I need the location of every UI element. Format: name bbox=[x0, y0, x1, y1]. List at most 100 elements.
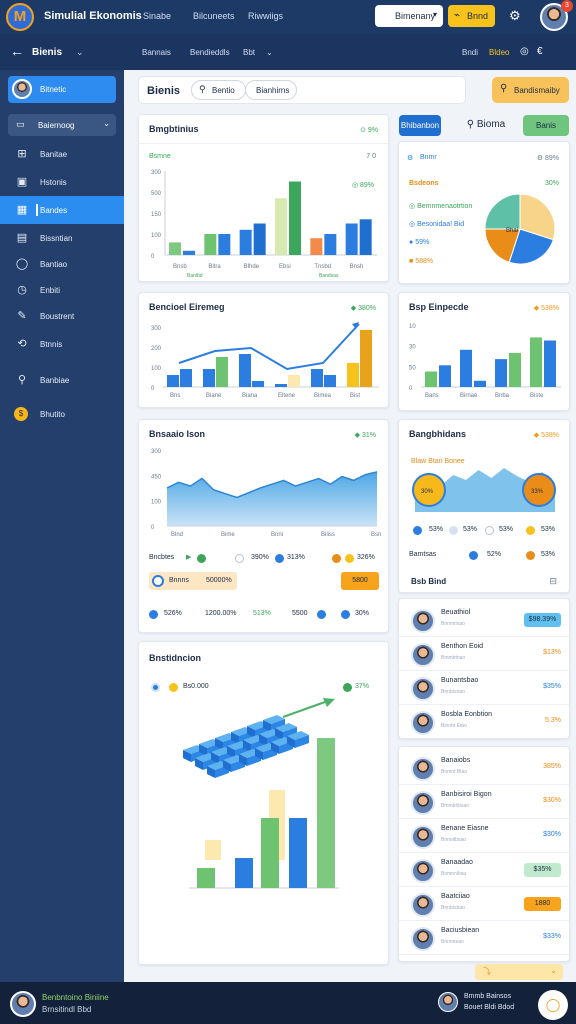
sidebar-user-label: Bitnetic bbox=[40, 85, 67, 94]
list-item[interactable]: Benane Eiasne Bnnoitbsao $30% bbox=[399, 819, 569, 853]
bar bbox=[216, 357, 228, 387]
sub-bar: ← Bienis ⌄ Bannais Bendieddls Bbt ⌄ Bndi… bbox=[0, 34, 576, 70]
range-label: Bnnns bbox=[169, 577, 189, 584]
sidebar-item-10[interactable]: $ Bhutito bbox=[0, 400, 124, 428]
avatar[interactable] bbox=[10, 991, 36, 1017]
sidebar-item-9[interactable]: ⚲ Banbiae bbox=[0, 366, 124, 394]
lightning-icon: ⌁ bbox=[454, 10, 461, 21]
record-icon[interactable]: ◎ bbox=[520, 46, 529, 57]
sidebar-item-1[interactable]: ⊞ Banitae bbox=[0, 140, 124, 168]
list-item[interactable]: Banbisiroi Bigon Bmmbhbsao $30% bbox=[399, 785, 569, 819]
x-tick-label: Bnni bbox=[271, 532, 283, 538]
bar bbox=[324, 234, 337, 255]
filter-pill[interactable]: Bianhirns bbox=[245, 80, 297, 100]
legend-value: 53% bbox=[463, 526, 478, 533]
list-item[interactable]: Baatciiao Bnnbtsbao 1880 bbox=[399, 887, 569, 921]
bar bbox=[253, 223, 266, 255]
card-icon: ▭ bbox=[16, 119, 25, 129]
list-item[interactable]: Benthon Eoid Bmmbtnao $13% bbox=[399, 637, 569, 671]
tab-2[interactable]: ⚲ Bioma bbox=[460, 115, 512, 136]
sidebar: Bitnetic ▭ Baiernoog ⌄ ⊞ Banitae ▣ Hstonis… bbox=[0, 70, 124, 982]
person-subtitle: Bmmbtnao bbox=[441, 655, 466, 661]
x-tick-label: Ebsi bbox=[279, 264, 291, 270]
legend-value: 53% bbox=[429, 526, 444, 533]
legend-dot bbox=[235, 554, 244, 563]
list-item[interactable]: Bunantsbao Bnnbtsnao $35% bbox=[399, 671, 569, 705]
chevron-down-icon[interactable]: ⌄ bbox=[76, 47, 84, 58]
play-icon[interactable]: ▶ bbox=[186, 553, 191, 561]
y-tick-label: 300 bbox=[151, 326, 162, 332]
tab-1[interactable]: Bhibanbon bbox=[399, 115, 441, 136]
list-item[interactable]: Banaadao Bomnnibau $35% bbox=[399, 853, 569, 887]
y-tick-label: 100 bbox=[151, 366, 162, 372]
x-tick-label: Bime bbox=[221, 532, 235, 538]
sidebar-item-8[interactable]: ⟲ Btnnis bbox=[0, 330, 124, 358]
list-item[interactable]: Beuathiol Bnnnninao $98.39% bbox=[399, 603, 569, 637]
search-input[interactable]: ⚲ Bentio bbox=[191, 80, 246, 100]
sidebar-item-5[interactable]: ◯ Bantiao bbox=[0, 250, 124, 278]
top-action-button[interactable]: ⌁ Bnnd bbox=[448, 5, 495, 27]
x-tick-label: Bnsh bbox=[350, 264, 364, 270]
area-chart-svg: 300 450 100 0 Blnd Bime Bnni Biliss Bsn bbox=[151, 449, 381, 538]
dollar-icon: $ bbox=[14, 407, 28, 421]
subnav-item-2[interactable]: Bendieddls bbox=[190, 48, 230, 57]
person-name: Banaadao bbox=[441, 859, 473, 866]
grid-icon[interactable]: ⊟ bbox=[549, 576, 557, 587]
sidebar-select[interactable]: ▭ Baiernoog ⌄ bbox=[8, 114, 116, 136]
bar bbox=[439, 365, 451, 387]
subnav-right-2[interactable]: Bldeo bbox=[489, 48, 509, 57]
legend-dot bbox=[449, 526, 458, 535]
bar-chart-card-2: Bencioel Eiremeg ◆ 380% 300 200 100 0 Bns Bia… bbox=[138, 292, 389, 408]
sidebar-item-6[interactable]: ◷ Enbiti bbox=[0, 276, 124, 304]
list-item[interactable]: Bosbla Eonbtion Binnbt Etao 5.3% bbox=[399, 705, 569, 738]
chevron-down-icon[interactable]: ⌄ bbox=[266, 48, 273, 57]
value-button[interactable]: 5800 bbox=[341, 572, 379, 590]
bar bbox=[197, 868, 215, 888]
sidebar-item-label: Bandes bbox=[35, 204, 68, 216]
sidebar-item-3[interactable]: ▦ Bandes bbox=[0, 196, 124, 224]
subnav-item-1[interactable]: Bannais bbox=[142, 48, 171, 57]
person-subtitle: Binnbt Etao bbox=[441, 723, 467, 729]
search-button[interactable]: ⚲ Bandismaiby bbox=[492, 77, 569, 103]
sidebar-item-label: Enbiti bbox=[40, 286, 61, 295]
app-title: Simulial Ekonomis bbox=[44, 10, 142, 22]
tab-3[interactable]: Banis bbox=[523, 115, 569, 136]
top-select[interactable]: Bimenany ▾ bbox=[375, 5, 443, 27]
top-nav-item-2[interactable]: Bilcuneets bbox=[193, 11, 235, 21]
top-nav-item-1[interactable]: Sinabe bbox=[143, 11, 171, 21]
range-button[interactable]: Bnnns 50000% bbox=[149, 572, 237, 590]
bar bbox=[288, 375, 300, 387]
list-item[interactable]: Baciusbiean Bnnnneao $33% bbox=[399, 921, 569, 955]
x-tick-label: Biane bbox=[206, 393, 222, 399]
sidebar-item-4[interactable]: ▤ Bissntian bbox=[0, 224, 124, 252]
bar bbox=[167, 375, 179, 387]
sidebar-item-7[interactable]: ✎ Boustrent bbox=[0, 302, 124, 330]
subnav-item-3[interactable]: Bbt bbox=[243, 48, 255, 57]
x-sub-label: Bandsas bbox=[319, 273, 339, 279]
back-arrow-icon[interactable]: ← bbox=[10, 43, 24, 59]
list-item[interactable]: Banaiobs Bomnt Btao 385% bbox=[399, 751, 569, 785]
y-tick-label: 10 bbox=[409, 324, 416, 330]
sidebar-user[interactable]: Bitnetic bbox=[8, 76, 116, 103]
x-tick-label: Bnsb bbox=[173, 264, 187, 270]
top-bar: M Simulial Ekonomis Sinabe Bilcuneets Ri… bbox=[0, 0, 576, 34]
top-nav-item-3[interactable]: Riwwiigs bbox=[248, 11, 283, 21]
person-name: Bosbla Eonbtion bbox=[441, 711, 492, 718]
avatar bbox=[411, 791, 435, 815]
person-name: Banaiobs bbox=[441, 757, 471, 764]
x-sub-label: Banibd bbox=[187, 273, 203, 279]
chat-button[interactable]: ◯ bbox=[538, 990, 568, 1020]
subnav-right-1[interactable]: Bndi bbox=[462, 48, 478, 57]
scroll-indicator[interactable]: ⤵ ⌄ bbox=[475, 964, 563, 980]
tab-label: Banis bbox=[535, 121, 556, 130]
sidebar-item-label: Bhutito bbox=[40, 410, 65, 419]
document-icon: ▤ bbox=[16, 232, 28, 244]
clock-icon: ◷ bbox=[17, 284, 27, 296]
currency-icon[interactable]: € bbox=[537, 46, 543, 57]
tab-label: Bhibanbon bbox=[400, 121, 440, 130]
person-name: Benthon Eoid bbox=[441, 643, 484, 650]
sidebar-item-label: Btnnis bbox=[40, 340, 63, 349]
sidebar-item-2[interactable]: ▣ Hstonis bbox=[0, 168, 124, 196]
avatar[interactable] bbox=[438, 992, 458, 1012]
gear-icon[interactable]: ⚙ bbox=[509, 8, 521, 24]
